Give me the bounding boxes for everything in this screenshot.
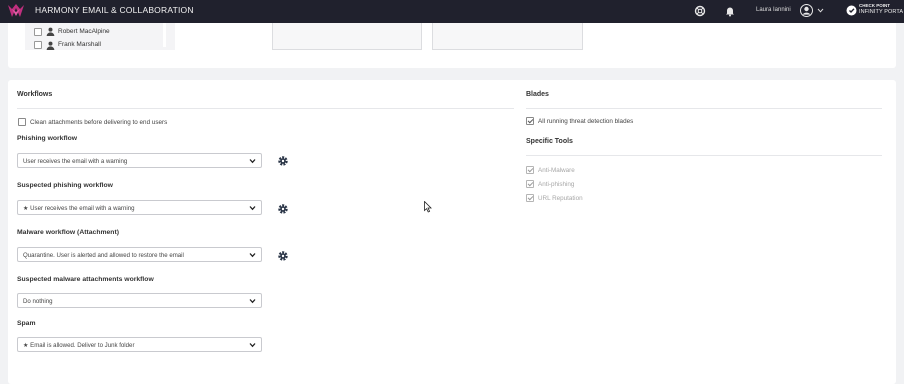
user-checkbox[interactable] bbox=[34, 41, 42, 49]
user-name[interactable]: Laura Iannini bbox=[756, 7, 791, 13]
mouse-cursor-icon bbox=[424, 201, 432, 213]
clean-attachments-option[interactable]: Clean attachments before delivering to e… bbox=[18, 118, 167, 126]
list-scrollbar[interactable] bbox=[163, 23, 166, 47]
brand-text: CHECK POINT INFINITY PORTA bbox=[859, 3, 903, 15]
blades-title: Blades bbox=[526, 91, 549, 98]
bell-icon[interactable] bbox=[724, 5, 736, 17]
suspected-malware-label: Suspected malware attachments workflow bbox=[17, 276, 154, 283]
malware-workflow-label: Malware workflow (Attachment) bbox=[17, 229, 119, 236]
clean-attachments-checkbox[interactable] bbox=[18, 118, 26, 126]
gear-icon[interactable] bbox=[277, 203, 289, 215]
suspected-phishing-select[interactable]: ★ User receives the email with a warning bbox=[17, 200, 262, 215]
user-name-label: Robert MacAlpine bbox=[58, 28, 110, 35]
chevron-down-icon bbox=[249, 206, 256, 211]
logo-icon[interactable] bbox=[7, 3, 25, 19]
gear-icon[interactable] bbox=[277, 155, 289, 167]
divider bbox=[526, 108, 882, 109]
all-blades-checkbox[interactable] bbox=[526, 117, 534, 125]
all-blades-option[interactable]: All running threat detection blades bbox=[526, 117, 633, 125]
brand-line2: INFINITY PORTA bbox=[859, 9, 904, 15]
app-title: HARMONY EMAIL & COLLABORATION bbox=[35, 5, 194, 15]
suspected-phishing-value: ★ User receives the email with a warning bbox=[23, 204, 135, 212]
list-item[interactable]: Frank Marshall bbox=[34, 41, 101, 50]
user-checkbox[interactable] bbox=[34, 27, 42, 36]
suspected-malware-value: Do nothing bbox=[23, 297, 53, 305]
malware-workflow-select[interactable]: Quarantine. User is alerted and allowed … bbox=[17, 247, 262, 262]
user-name-label: Frank Marshall bbox=[58, 41, 101, 48]
tool-label: Anti-Malware bbox=[538, 166, 575, 174]
suspected-phishing-label: Suspected phishing workflow bbox=[17, 182, 113, 189]
user-icon bbox=[46, 41, 55, 50]
malware-workflow-value: Quarantine. User is alerted and allowed … bbox=[23, 251, 184, 259]
specific-tools-title: Specific Tools bbox=[526, 138, 573, 145]
gear-icon[interactable] bbox=[277, 250, 289, 262]
suspected-malware-select[interactable]: Do nothing bbox=[17, 293, 262, 308]
top-bar: HARMONY EMAIL & COLLABORATION Laura Iann… bbox=[0, 0, 904, 23]
chevron-down-icon[interactable] bbox=[817, 7, 824, 14]
chevron-down-icon bbox=[249, 343, 256, 348]
user-avatar-icon[interactable] bbox=[800, 4, 813, 17]
help-icon[interactable] bbox=[694, 5, 706, 17]
users-list: Robert MacAlpine Frank Marshall bbox=[25, 23, 175, 50]
clean-attachments-label: Clean attachments before delivering to e… bbox=[30, 118, 168, 126]
list-item[interactable]: Robert MacAlpine bbox=[34, 27, 110, 36]
chevron-down-icon bbox=[249, 253, 256, 258]
chevron-down-icon bbox=[249, 299, 256, 304]
tool-label: Anti-phishing bbox=[538, 180, 575, 188]
user-icon bbox=[46, 27, 55, 36]
tool-checkbox[interactable] bbox=[526, 194, 534, 202]
divider bbox=[526, 155, 882, 156]
chevron-down-icon bbox=[249, 159, 256, 164]
tool-checkbox[interactable] bbox=[526, 180, 534, 188]
all-blades-label: All running threat detection blades bbox=[538, 117, 634, 125]
tool-option-url-reputation[interactable]: URL Reputation bbox=[526, 194, 583, 202]
phishing-workflow-value: User receives the email with a warning bbox=[23, 157, 128, 165]
spam-value: ★ Email is allowed. Deliver to Junk fold… bbox=[23, 341, 135, 349]
tool-option-anti-phishing[interactable]: Anti-phishing bbox=[526, 180, 574, 188]
scope-panel bbox=[272, 23, 422, 50]
phishing-workflow-label: Phishing workflow bbox=[17, 135, 78, 142]
spam-label: Spam bbox=[17, 320, 36, 327]
divider bbox=[17, 108, 514, 109]
checkpoint-logo-icon bbox=[846, 5, 857, 16]
spam-select[interactable]: ★ Email is allowed. Deliver to Junk fold… bbox=[17, 337, 262, 352]
phishing-workflow-select[interactable]: User receives the email with a warning bbox=[17, 153, 262, 168]
tool-label: URL Reputation bbox=[538, 194, 583, 202]
scope-panel bbox=[432, 23, 583, 50]
tool-option-anti-malware[interactable]: Anti-Malware bbox=[526, 166, 575, 174]
workflows-title: Workflows bbox=[17, 91, 53, 98]
tool-checkbox[interactable] bbox=[526, 166, 534, 174]
